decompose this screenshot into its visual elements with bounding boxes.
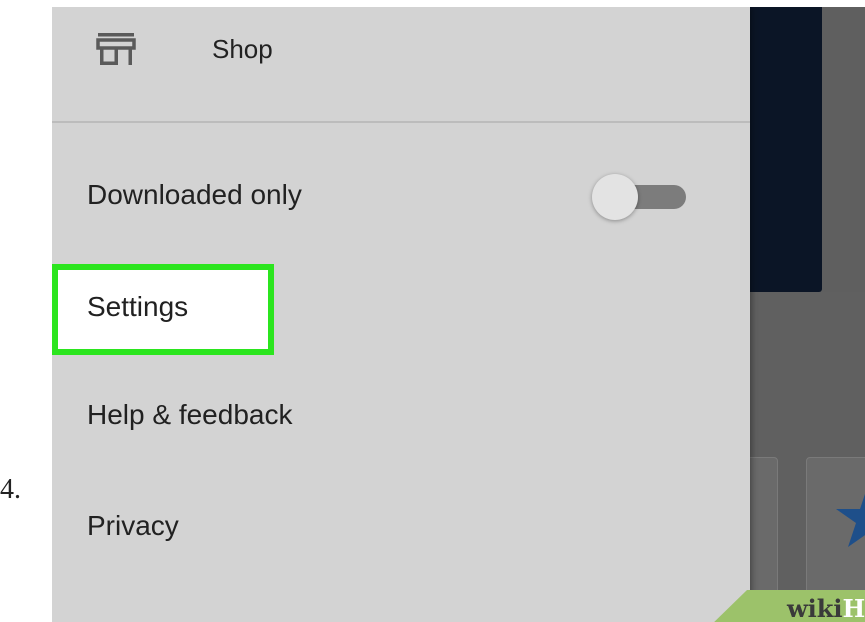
- downloaded-only-toggle[interactable]: [592, 172, 692, 222]
- watermark-wiki: wiki: [787, 594, 843, 622]
- wikihow-watermark: wikiHow: [707, 582, 865, 622]
- drawer-item-privacy[interactable]: Privacy: [52, 489, 750, 569]
- watermark-how: How: [843, 594, 865, 622]
- navigation-drawer: Shop Downloaded only Settings Help & fee…: [52, 7, 750, 622]
- drawer-item-label: Settings: [87, 291, 188, 323]
- drawer-item-label: Help & feedback: [87, 399, 292, 431]
- drawer-item-settings[interactable]: Settings: [52, 267, 750, 352]
- drawer-item-shop[interactable]: Shop: [52, 7, 750, 92]
- toggle-thumb: [592, 174, 638, 220]
- drawer-item-label: Privacy: [87, 510, 179, 542]
- store-icon: [94, 27, 138, 71]
- app-screen: Shop Downloaded only Settings Help & fee…: [52, 7, 865, 622]
- star-icon: [828, 477, 865, 557]
- watermark-text: wikiHow: [787, 594, 865, 622]
- drawer-item-help-feedback[interactable]: Help & feedback: [52, 379, 750, 459]
- drawer-item-label: Downloaded only: [87, 179, 302, 211]
- step-number: 4.: [0, 474, 40, 506]
- page: 4. Shop Dow: [0, 0, 865, 622]
- drawer-item-label: Shop: [212, 34, 273, 65]
- drawer-divider: [52, 121, 750, 123]
